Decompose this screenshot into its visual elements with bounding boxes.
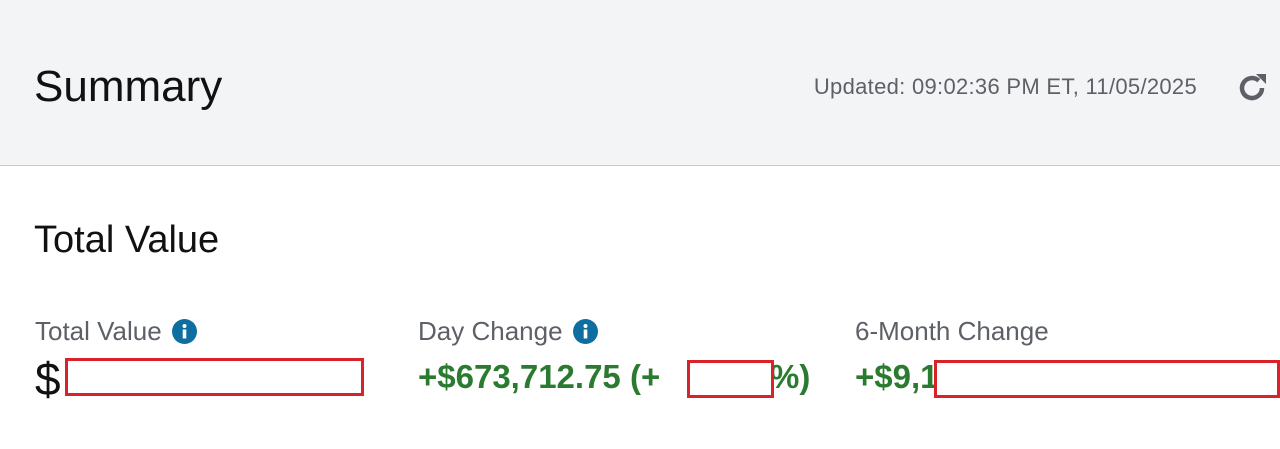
info-icon[interactable] xyxy=(171,318,197,344)
metric-label: 6-Month Change xyxy=(855,315,1049,346)
metric-value: +$9,1 xyxy=(855,358,939,395)
redaction-box xyxy=(687,360,774,398)
section-title: Total Value xyxy=(34,219,220,261)
info-icon[interactable] xyxy=(572,318,598,344)
redaction-box xyxy=(65,358,364,396)
last-updated-timestamp: Updated: 09:02:36 PM ET, 11/05/2025 xyxy=(813,74,1197,99)
metric-label: Total Value xyxy=(35,315,162,346)
metric-label: Day Change xyxy=(418,315,563,346)
refresh-icon[interactable] xyxy=(1234,70,1270,106)
metric-total-value: Total Value $ xyxy=(35,314,197,405)
metric-value-suffix: %) xyxy=(770,358,811,395)
page-title: Summary xyxy=(34,62,223,111)
metric-value: $ xyxy=(35,353,61,405)
metric-six-month-change: 6-Month Change +$9,1 xyxy=(855,314,1049,396)
redaction-box xyxy=(934,360,1280,398)
metric-day-change: Day Change +$673,712.75 (+ %) xyxy=(418,314,810,396)
summary-header: Summary Updated: 09:02:36 PM ET, 11/05/2… xyxy=(0,0,1280,166)
metric-value: +$673,712.75 (+ xyxy=(418,358,661,395)
